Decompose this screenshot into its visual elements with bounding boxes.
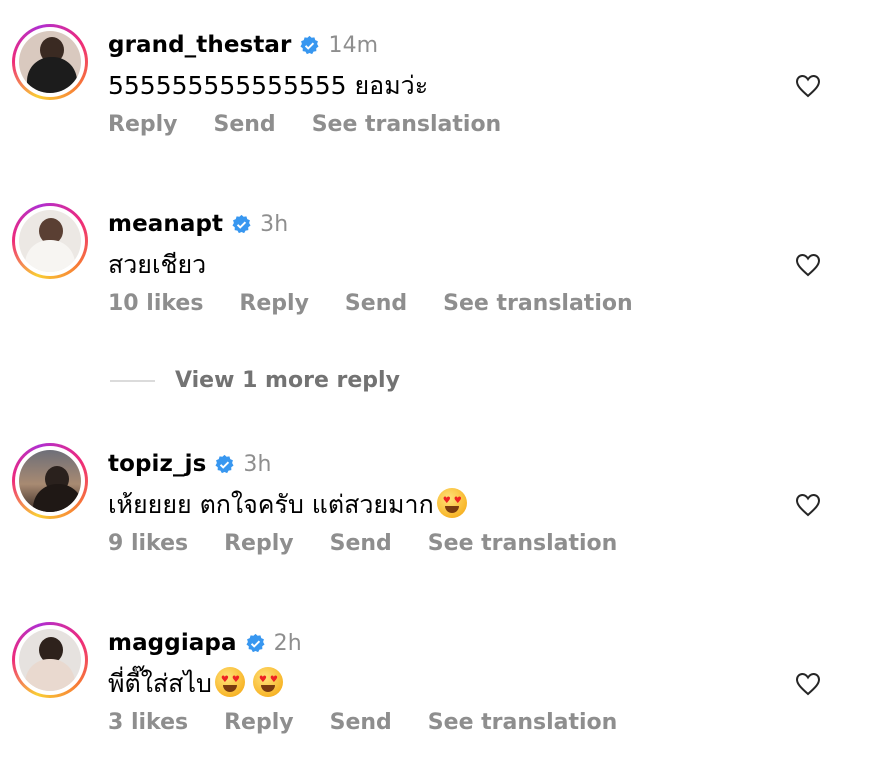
comment-text-line: พี่ตี๊ใส่สไบ ♥ ♥ ♥ ♥: [108, 664, 283, 704]
username[interactable]: meanapt: [108, 211, 223, 237]
story-ring[interactable]: [12, 622, 88, 698]
comment-text: สวยเชียว: [108, 250, 207, 279]
username[interactable]: maggiapa: [108, 630, 237, 656]
comment-time: 3h: [243, 451, 272, 477]
see-translation-button[interactable]: See translation: [428, 531, 618, 556]
heart-eyes-emoji-icon: ♥ ♥: [252, 667, 283, 697]
comment-time: 14m: [328, 32, 379, 58]
username[interactable]: grand_thestar: [108, 32, 291, 58]
username[interactable]: topiz_js: [108, 451, 206, 477]
comment-item: meanapt 3h สวยเชียว 10 likes Reply Send …: [0, 203, 870, 353]
see-translation-button[interactable]: See translation: [443, 291, 633, 316]
story-ring[interactable]: [12, 203, 88, 279]
see-translation-button[interactable]: See translation: [312, 112, 502, 137]
comment-item: topiz_js 3h เห้ยยยย ตกใจครับ แต่สวยมาก ♥ ♥…: [0, 443, 870, 593]
likes-count[interactable]: 9 likes: [108, 531, 188, 556]
reply-button[interactable]: Reply: [224, 710, 294, 735]
send-button[interactable]: Send: [345, 291, 407, 316]
comment-text: พี่ตี๊ใส่สไบ: [108, 669, 212, 698]
likes-count[interactable]: 10 likes: [108, 291, 203, 316]
heart-icon[interactable]: [795, 253, 821, 277]
comment-item: maggiapa 2h พี่ตี๊ใส่สไบ ♥ ♥ ♥ ♥ 3 likes Rep…: [0, 622, 870, 772]
send-button[interactable]: Send: [214, 112, 276, 137]
comment-text-line: เห้ยยยย ตกใจครับ แต่สวยมาก ♥ ♥: [108, 485, 467, 525]
heart-icon[interactable]: [795, 493, 821, 517]
comment-text: เห้ยยยย ตกใจครับ แต่สวยมาก: [108, 490, 434, 519]
avatar[interactable]: [19, 629, 81, 691]
verified-badge-icon: [215, 454, 234, 473]
heart-icon[interactable]: [795, 672, 821, 696]
heart-eyes-emoji-icon: ♥ ♥: [436, 488, 467, 518]
likes-count[interactable]: 3 likes: [108, 710, 188, 735]
comment-item: grand_thestar 14m 555555555555555 ยอมว่ะ…: [0, 24, 870, 174]
view-more-replies-label: View 1 more reply: [175, 368, 400, 393]
send-button[interactable]: Send: [330, 531, 392, 556]
view-more-replies-button[interactable]: View 1 more reply: [110, 368, 400, 393]
heart-eyes-emoji-icon: ♥ ♥: [214, 667, 245, 697]
reply-button[interactable]: Reply: [224, 531, 294, 556]
verified-badge-icon: [246, 633, 265, 652]
comment-text: 555555555555555 ยอมว่ะ: [108, 71, 429, 100]
reply-button[interactable]: Reply: [108, 112, 178, 137]
reply-button[interactable]: Reply: [239, 291, 309, 316]
send-button[interactable]: Send: [330, 710, 392, 735]
story-ring[interactable]: [12, 24, 88, 100]
verified-badge-icon: [300, 35, 319, 54]
verified-badge-icon: [232, 214, 251, 233]
heart-icon[interactable]: [795, 74, 821, 98]
see-translation-button[interactable]: See translation: [428, 710, 618, 735]
comment-time: 2h: [273, 630, 302, 656]
story-ring[interactable]: [12, 443, 88, 519]
avatar[interactable]: [19, 31, 81, 93]
comment-time: 3h: [260, 211, 289, 237]
avatar[interactable]: [19, 450, 81, 512]
divider-line: [110, 379, 155, 382]
avatar[interactable]: [19, 210, 81, 272]
